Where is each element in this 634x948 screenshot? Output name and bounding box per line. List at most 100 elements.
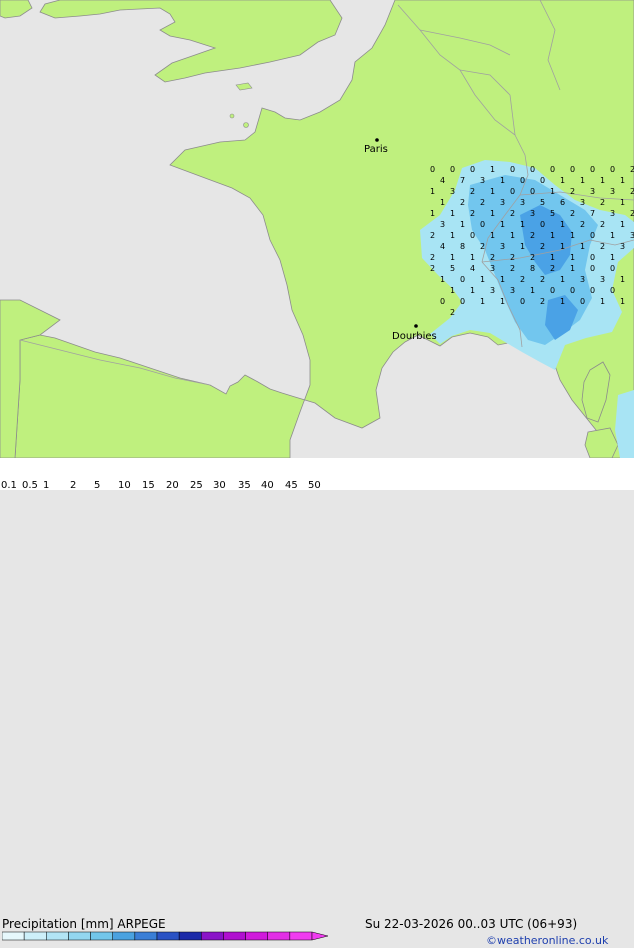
grid-value: 2 xyxy=(430,231,435,240)
grid-value: 0 xyxy=(610,286,615,295)
grid-value: 2 xyxy=(630,187,634,196)
colorbar-segment xyxy=(46,931,69,941)
grid-value: 0 xyxy=(570,165,575,174)
grid-value: 0 xyxy=(530,187,535,196)
grid-value: 2 xyxy=(630,209,634,218)
grid-value: 1 xyxy=(560,176,565,185)
grid-value: 3 xyxy=(490,264,495,273)
colorbar-segment xyxy=(289,931,313,941)
grid-value: 0 xyxy=(530,165,535,174)
grid-value: 3 xyxy=(510,286,515,295)
grid-value: 1 xyxy=(550,253,555,262)
grid-value: 3 xyxy=(630,231,634,240)
grid-value: 2 xyxy=(530,231,535,240)
grid-value: 0 xyxy=(460,275,465,284)
grid-value: 2 xyxy=(470,209,475,218)
grid-value: 2 xyxy=(510,253,515,262)
grid-value: 1 xyxy=(450,286,455,295)
grid-value: 3 xyxy=(600,275,605,284)
grid-value: 1 xyxy=(520,242,525,251)
grid-value: 2 xyxy=(470,187,475,196)
footer-title-label: Precipitation [mm] xyxy=(2,917,114,931)
grid-value: 2 xyxy=(430,253,435,262)
grid-value: 0 xyxy=(590,231,595,240)
grid-value: 1 xyxy=(620,220,625,229)
grid-value: 2 xyxy=(540,275,545,284)
grid-value: 1 xyxy=(480,297,485,306)
grid-value: 4 xyxy=(440,242,445,251)
grid-value: 0 xyxy=(460,297,465,306)
grid-value: 3 xyxy=(620,242,625,251)
colorbar-arrow xyxy=(311,931,329,941)
grid-value: 2 xyxy=(510,264,515,273)
colorbar-segment xyxy=(2,931,25,941)
grid-value: 3 xyxy=(520,198,525,207)
grid-value: 1 xyxy=(580,242,585,251)
grid-value: 1 xyxy=(610,231,615,240)
grid-value: 1 xyxy=(440,198,445,207)
grid-value: 8 xyxy=(530,264,535,273)
colorbar xyxy=(2,931,329,941)
colorbar-segment xyxy=(201,931,224,941)
city-label-dourbies: Dourbies xyxy=(392,331,437,342)
grid-value: 1 xyxy=(490,209,495,218)
grid-value: 1 xyxy=(500,275,505,284)
grid-value: 2 xyxy=(480,198,485,207)
colorbar-segment xyxy=(68,931,91,941)
grid-value: 1 xyxy=(470,253,475,262)
grid-value: 5 xyxy=(540,198,545,207)
grid-value: 1 xyxy=(460,220,465,229)
colorbar-segment xyxy=(134,931,158,941)
grid-value: 1 xyxy=(620,275,625,284)
grid-value: 2 xyxy=(600,242,605,251)
grid-value: 5 xyxy=(550,209,555,218)
city-dot-dourbies xyxy=(414,324,418,328)
grid-value: 0 xyxy=(520,176,525,185)
grid-value: 2 xyxy=(540,242,545,251)
grid-value: 0 xyxy=(470,231,475,240)
grid-value: 1 xyxy=(560,275,565,284)
grid-value: 0 xyxy=(520,297,525,306)
grid-value: 0 xyxy=(430,165,435,174)
grid-value: 1 xyxy=(610,253,615,262)
grid-value: 2 xyxy=(430,264,435,273)
grid-value: 1 xyxy=(570,264,575,273)
grid-value: 0 xyxy=(590,264,595,273)
grid-value: 0 xyxy=(440,297,445,306)
colorbar-segment xyxy=(245,931,268,941)
footer-title: Precipitation [mm] ARPEGE xyxy=(2,917,166,931)
grid-value: 0 xyxy=(480,220,485,229)
grid-value: 1 xyxy=(620,297,625,306)
grid-value: 7 xyxy=(460,176,465,185)
grid-value: 1 xyxy=(490,187,495,196)
grid-value: 0 xyxy=(610,264,615,273)
grid-value: 1 xyxy=(490,231,495,240)
footer-datetime: Su 22-03-2026 00..03 UTC (06+93) xyxy=(365,917,578,931)
colorbar-segment xyxy=(112,931,136,941)
grid-value: 4 xyxy=(440,176,445,185)
grid-value: 2 xyxy=(530,253,535,262)
grid-value: 0 xyxy=(540,220,545,229)
grid-value: 1 xyxy=(600,297,605,306)
grid-value: 3 xyxy=(590,187,595,196)
grid-value: 2 xyxy=(480,242,485,251)
grid-value: 2 xyxy=(550,264,555,273)
grid-value: 0 xyxy=(610,165,615,174)
grid-value: 3 xyxy=(580,198,585,207)
grid-value: 0 xyxy=(510,187,515,196)
grid-value: 1 xyxy=(510,231,515,240)
grid-value: 7 xyxy=(590,209,595,218)
grid-value: 5 xyxy=(450,264,455,273)
grid-value: 2 xyxy=(510,209,515,218)
footer-credit: ©weatheronline.co.uk xyxy=(486,934,609,947)
grid-value: 3 xyxy=(610,209,615,218)
colorbar-segment xyxy=(223,931,246,941)
grid-value: 2 xyxy=(540,297,545,306)
grid-value: 6 xyxy=(560,198,565,207)
city-dot-paris xyxy=(375,138,379,142)
grid-value: 1 xyxy=(500,220,505,229)
grid-value: 4 xyxy=(470,264,475,273)
grid-value: 2 xyxy=(600,198,605,207)
grid-value: 0 xyxy=(580,297,585,306)
grid-value: 1 xyxy=(550,187,555,196)
